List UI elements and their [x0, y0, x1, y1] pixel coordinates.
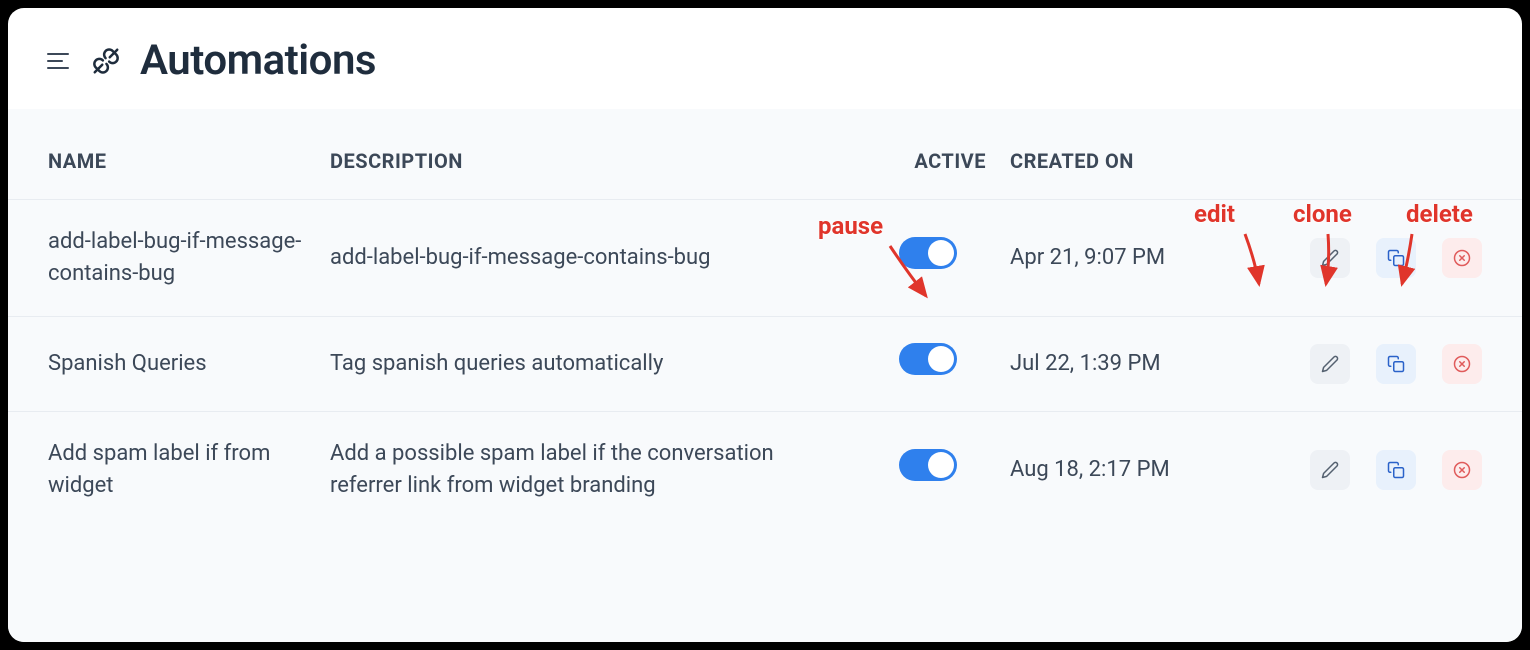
automation-actions — [1188, 411, 1522, 527]
column-header-active: ACTIVE — [858, 109, 998, 200]
page-title: Automations — [140, 36, 376, 85]
automations-table-container: NAME DESCRIPTION ACTIVE CREATED ON add-l… — [8, 109, 1522, 642]
page-header: Automations — [8, 8, 1522, 109]
automations-icon — [90, 45, 122, 77]
automation-active-cell — [858, 316, 998, 411]
automation-actions — [1188, 316, 1522, 411]
delete-button[interactable] — [1442, 450, 1482, 490]
column-header-description: DESCRIPTION — [318, 109, 858, 200]
table-row: add-label-bug-if-message-contains-bugadd… — [8, 200, 1522, 317]
edit-button[interactable] — [1310, 450, 1350, 490]
clone-button[interactable] — [1376, 450, 1416, 490]
close-circle-icon — [1453, 249, 1471, 267]
column-header-created: CREATED ON — [998, 109, 1188, 200]
active-toggle[interactable] — [899, 343, 957, 375]
edit-button[interactable] — [1310, 344, 1350, 384]
automation-description: add-label-bug-if-message-contains-bug — [318, 200, 858, 317]
edit-button[interactable] — [1310, 238, 1350, 278]
app-window: Automations NAME DESCRIPTION ACTIVE CREA… — [8, 8, 1522, 642]
column-header-name: NAME — [8, 109, 318, 200]
menu-icon[interactable] — [44, 47, 72, 75]
delete-button[interactable] — [1442, 238, 1482, 278]
automation-active-cell — [858, 411, 998, 527]
automation-active-cell — [858, 200, 998, 317]
automation-created-on: Jul 22, 1:39 PM — [998, 316, 1188, 411]
delete-button[interactable] — [1442, 344, 1482, 384]
automation-name: Spanish Queries — [8, 316, 318, 411]
clone-button[interactable] — [1376, 344, 1416, 384]
automations-table: NAME DESCRIPTION ACTIVE CREATED ON add-l… — [8, 109, 1522, 527]
active-toggle[interactable] — [899, 237, 957, 269]
table-row: Add spam label if from widgetAdd a possi… — [8, 411, 1522, 527]
close-circle-icon — [1453, 355, 1471, 373]
copy-icon — [1387, 355, 1405, 373]
column-header-actions — [1188, 109, 1522, 200]
automation-name: Add spam label if from widget — [8, 411, 318, 527]
active-toggle[interactable] — [899, 449, 957, 481]
table-row: Spanish QueriesTag spanish queries autom… — [8, 316, 1522, 411]
copy-icon — [1387, 461, 1405, 479]
pencil-icon — [1321, 461, 1339, 479]
automation-description: Tag spanish queries automatically — [318, 316, 858, 411]
automation-description: Add a possible spam label if the convers… — [318, 411, 858, 527]
automation-created-on: Apr 21, 9:07 PM — [998, 200, 1188, 317]
automation-actions — [1188, 200, 1522, 317]
copy-icon — [1387, 249, 1405, 267]
automation-name: add-label-bug-if-message-contains-bug — [8, 200, 318, 317]
pencil-icon — [1321, 249, 1339, 267]
pencil-icon — [1321, 355, 1339, 373]
close-circle-icon — [1453, 461, 1471, 479]
clone-button[interactable] — [1376, 238, 1416, 278]
automation-created-on: Aug 18, 2:17 PM — [998, 411, 1188, 527]
